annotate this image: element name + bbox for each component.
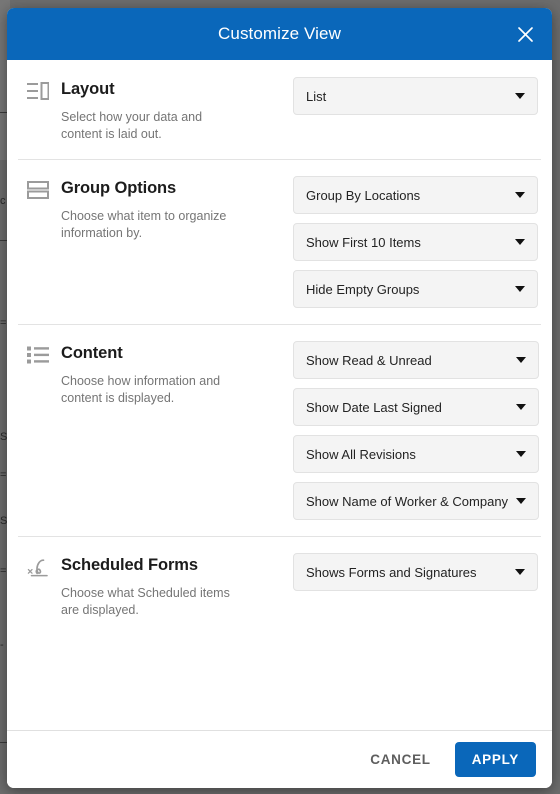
dropdown-value: Group By Locations: [306, 187, 421, 203]
settings-sections: Layout Select how your data and content …: [7, 60, 552, 730]
section-group-options-controls: Group By Locations Show First 10 Items H…: [293, 175, 538, 308]
section-group-options-text: Group Options Choose what item to organi…: [61, 178, 293, 242]
dropdown-value: Show All Revisions: [306, 446, 416, 462]
dialog-title: Customize View: [218, 24, 341, 43]
dropdown-value: List: [306, 88, 327, 104]
chevron-down-icon: [516, 404, 527, 410]
section-layout-info: Layout Select how your data and content …: [25, 76, 293, 143]
section-content-text: Content Choose how information and conte…: [61, 343, 293, 407]
section-scheduled-forms: Scheduled Forms Choose what Scheduled it…: [7, 536, 552, 635]
item-count-dropdown[interactable]: Show First 10 Items: [293, 223, 538, 261]
section-layout-controls: List: [293, 76, 538, 115]
chevron-down-icon: [515, 569, 525, 575]
group-by-dropdown[interactable]: Group By Locations: [293, 176, 538, 214]
section-heading: Scheduled Forms: [61, 556, 198, 574]
chevron-down-icon: [516, 498, 527, 504]
apply-button[interactable]: APPLY: [454, 741, 536, 777]
section-scheduled-forms-text: Scheduled Forms Choose what Scheduled it…: [61, 555, 293, 619]
section-content: Content Choose how information and conte…: [7, 324, 552, 536]
section-layout-text: Layout Select how your data and content …: [61, 79, 293, 143]
revisions-dropdown[interactable]: Show All Revisions: [293, 435, 540, 473]
section-layout: Layout Select how your data and content …: [7, 60, 552, 159]
chevron-down-icon: [515, 192, 525, 198]
bulleted-list-icon: [25, 343, 51, 364]
section-scheduled-forms-info: Scheduled Forms Choose what Scheduled it…: [25, 552, 293, 619]
empty-groups-dropdown[interactable]: Hide Empty Groups: [293, 270, 538, 308]
dropdown-value: Show Date Last Signed: [306, 399, 442, 415]
date-display-dropdown[interactable]: Show Date Last Signed: [293, 388, 540, 426]
chevron-down-icon: [515, 286, 525, 292]
dropdown-value: Show Read & Unread: [306, 352, 432, 368]
section-heading: Content: [61, 344, 123, 362]
section-content-controls: Show Read & Unread Show Date Last Signed…: [293, 340, 540, 520]
dropdown-value: Show First 10 Items: [306, 234, 421, 250]
chevron-down-icon: [516, 451, 527, 457]
section-heading: Layout: [61, 80, 115, 98]
section-description: Choose what Scheduled items are displaye…: [61, 586, 230, 617]
close-icon[interactable]: [510, 19, 540, 49]
section-description: Select how your data and content is laid…: [61, 110, 203, 141]
name-display-dropdown[interactable]: Show Name of Worker & Company: [293, 482, 540, 520]
dropdown-value: Show Name of Worker & Company: [306, 493, 509, 509]
signature-icon: [25, 555, 51, 578]
dialog-footer: CANCEL APPLY: [7, 730, 552, 788]
section-heading: Group Options: [61, 179, 177, 197]
layout-view-icon: [25, 79, 51, 100]
section-content-info: Content Choose how information and conte…: [25, 340, 293, 407]
section-scheduled-forms-controls: Shows Forms and Signatures: [293, 552, 538, 591]
customize-view-dialog: Customize View Layout Select how your da…: [7, 8, 552, 788]
read-state-dropdown[interactable]: Show Read & Unread: [293, 341, 540, 379]
dropdown-value: Shows Forms and Signatures: [306, 564, 477, 580]
dialog-titlebar: Customize View: [7, 8, 552, 60]
section-group-options-info: Group Options Choose what item to organi…: [25, 175, 293, 242]
section-group-options: Group Options Choose what item to organi…: [7, 159, 552, 324]
layout-style-dropdown[interactable]: List: [293, 77, 538, 115]
group-rows-icon: [25, 178, 51, 199]
chevron-down-icon: [515, 93, 525, 99]
forms-display-dropdown[interactable]: Shows Forms and Signatures: [293, 553, 538, 591]
chevron-down-icon: [516, 357, 527, 363]
section-description: Choose how information and content is di…: [61, 374, 221, 405]
dropdown-value: Hide Empty Groups: [306, 281, 420, 297]
section-description: Choose what item to organize information…: [61, 209, 227, 240]
cancel-button[interactable]: CANCEL: [356, 742, 444, 777]
chevron-down-icon: [515, 239, 525, 245]
